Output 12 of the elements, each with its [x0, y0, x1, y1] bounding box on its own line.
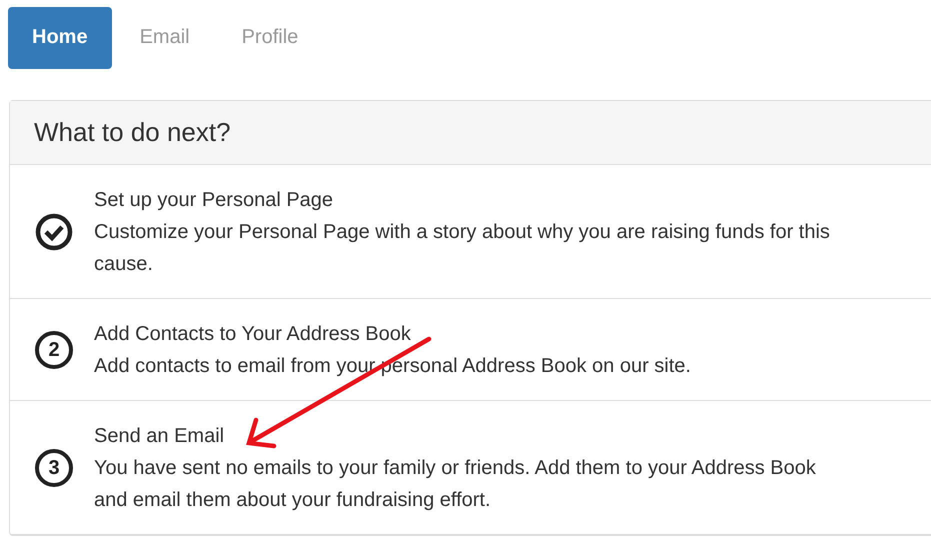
step-title: Add Contacts to Your Address Book — [94, 322, 412, 347]
step-description: You have sent no emails to your family or friends. Add them to your Address Book and email them about your fundraising effort. — [94, 456, 817, 513]
step-title: Set up your Personal Page — [94, 188, 334, 213]
nav-tab[interactable]: Profile — [218, 7, 322, 69]
nav-tab[interactable]: Home — [8, 7, 112, 69]
nav-tab[interactable]: Email — [116, 7, 214, 69]
panel-title: What to do next? — [34, 117, 231, 148]
step-number: 2 — [35, 331, 73, 369]
step-number: 3 — [35, 449, 73, 487]
step-description: Customize your Personal Page with a story about why you are raising funds for this cause. — [94, 220, 831, 277]
step-title: Send an Email — [94, 424, 226, 449]
check-circle-icon — [35, 213, 73, 251]
